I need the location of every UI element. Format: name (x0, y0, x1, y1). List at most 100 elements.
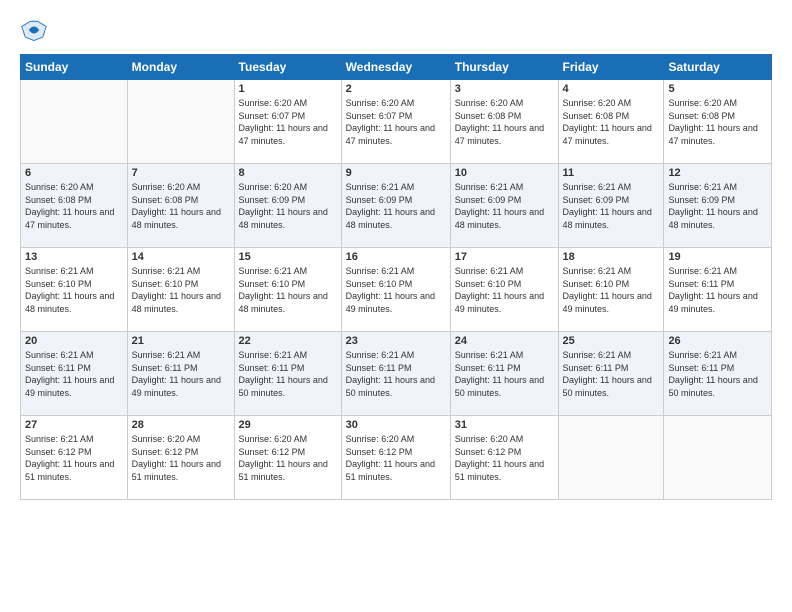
page: SundayMondayTuesdayWednesdayThursdayFrid… (0, 0, 792, 612)
calendar-cell: 5 Sunrise: 6:20 AM Sunset: 6:08 PM Daylig… (664, 80, 772, 164)
logo-icon (20, 16, 48, 44)
day-info: Sunrise: 6:20 AM Sunset: 6:08 PM Dayligh… (563, 97, 660, 147)
calendar-cell: 6 Sunrise: 6:20 AM Sunset: 6:08 PM Daylig… (21, 164, 128, 248)
day-number: 26 (668, 335, 767, 347)
calendar-cell: 22 Sunrise: 6:21 AM Sunset: 6:11 PM Dayli… (234, 332, 341, 416)
day-number: 18 (563, 251, 660, 263)
calendar-cell: 28Sunrise: 6:20 AM Sunset: 6:12 PM Dayli… (127, 416, 234, 500)
day-number: 8 (239, 167, 337, 179)
day-info: Sunrise: 6:21 AM Sunset: 6:10 PM Dayligh… (346, 265, 446, 315)
day-info: Sunrise: 6:20 AM Sunset: 6:07 PM Dayligh… (346, 97, 446, 147)
day-info: Sunrise: 6:20 AM Sunset: 6:07 PM Dayligh… (239, 97, 337, 147)
logo (20, 16, 52, 44)
day-number: 20 (25, 335, 123, 347)
day-info: Sunrise: 6:20 AM Sunset: 6:12 PM Dayligh… (239, 433, 337, 483)
day-info: Sunrise: 6:21 AM Sunset: 6:11 PM Dayligh… (668, 265, 767, 315)
day-number: 5 (668, 83, 767, 95)
calendar-cell: 26 Sunrise: 6:21 AM Sunset: 6:11 PM Dayli… (664, 332, 772, 416)
day-number: 30 (346, 419, 446, 431)
day-info: Sunrise: 6:20 AM Sunset: 6:12 PM Dayligh… (455, 433, 554, 483)
calendar-cell: 7Sunrise: 6:20 AM Sunset: 6:08 PM Daylig… (127, 164, 234, 248)
calendar-cell: 31 Sunrise: 6:20 AM Sunset: 6:12 PM Dayli… (450, 416, 558, 500)
weekday-header-thursday: Thursday (450, 55, 558, 80)
calendar-table: SundayMondayTuesdayWednesdayThursdayFrid… (20, 54, 772, 500)
day-number: 22 (239, 335, 337, 347)
weekday-header-sunday: Sunday (21, 55, 128, 80)
header (20, 16, 772, 44)
day-info: Sunrise: 6:21 AM Sunset: 6:09 PM Dayligh… (563, 181, 660, 231)
day-info: Sunrise: 6:21 AM Sunset: 6:11 PM Dayligh… (132, 349, 230, 399)
day-info: Sunrise: 6:21 AM Sunset: 6:11 PM Dayligh… (346, 349, 446, 399)
calendar-cell: 17 Sunrise: 6:21 AM Sunset: 6:10 PM Dayli… (450, 248, 558, 332)
day-number: 28 (132, 419, 230, 431)
day-info: Sunrise: 6:21 AM Sunset: 6:12 PM Dayligh… (25, 433, 123, 483)
calendar-cell: 2Sunrise: 6:20 AM Sunset: 6:07 PM Daylig… (341, 80, 450, 164)
day-number: 16 (346, 251, 446, 263)
weekday-header-monday: Monday (127, 55, 234, 80)
calendar-cell: 18 Sunrise: 6:21 AM Sunset: 6:10 PM Dayli… (558, 248, 664, 332)
day-info: Sunrise: 6:21 AM Sunset: 6:10 PM Dayligh… (25, 265, 123, 315)
calendar-cell: 8 Sunrise: 6:20 AM Sunset: 6:09 PM Daylig… (234, 164, 341, 248)
day-number: 25 (563, 335, 660, 347)
calendar-cell: 29 Sunrise: 6:20 AM Sunset: 6:12 PM Dayli… (234, 416, 341, 500)
day-number: 27 (25, 419, 123, 431)
day-info: Sunrise: 6:20 AM Sunset: 6:08 PM Dayligh… (132, 181, 230, 231)
calendar-cell: 13Sunrise: 6:21 AM Sunset: 6:10 PM Dayli… (21, 248, 128, 332)
day-number: 24 (455, 335, 554, 347)
weekday-header-wednesday: Wednesday (341, 55, 450, 80)
day-info: Sunrise: 6:21 AM Sunset: 6:11 PM Dayligh… (563, 349, 660, 399)
week-row-4: 20 Sunrise: 6:21 AM Sunset: 6:11 PM Dayli… (21, 332, 772, 416)
day-number: 11 (563, 167, 660, 179)
calendar-cell: 24Sunrise: 6:21 AM Sunset: 6:11 PM Dayli… (450, 332, 558, 416)
day-number: 4 (563, 83, 660, 95)
day-info: Sunrise: 6:20 AM Sunset: 6:08 PM Dayligh… (455, 97, 554, 147)
day-number: 9 (346, 167, 446, 179)
week-row-2: 6 Sunrise: 6:20 AM Sunset: 6:08 PM Daylig… (21, 164, 772, 248)
day-info: Sunrise: 6:21 AM Sunset: 6:10 PM Dayligh… (239, 265, 337, 315)
day-info: Sunrise: 6:21 AM Sunset: 6:09 PM Dayligh… (668, 181, 767, 231)
calendar-cell: 20 Sunrise: 6:21 AM Sunset: 6:11 PM Dayli… (21, 332, 128, 416)
day-info: Sunrise: 6:21 AM Sunset: 6:11 PM Dayligh… (668, 349, 767, 399)
calendar-cell: 21Sunrise: 6:21 AM Sunset: 6:11 PM Dayli… (127, 332, 234, 416)
calendar-cell: 25 Sunrise: 6:21 AM Sunset: 6:11 PM Dayli… (558, 332, 664, 416)
day-info: Sunrise: 6:20 AM Sunset: 6:08 PM Dayligh… (668, 97, 767, 147)
day-info: Sunrise: 6:21 AM Sunset: 6:09 PM Dayligh… (346, 181, 446, 231)
day-number: 14 (132, 251, 230, 263)
day-number: 15 (239, 251, 337, 263)
calendar-cell (21, 80, 128, 164)
day-number: 10 (455, 167, 554, 179)
day-info: Sunrise: 6:21 AM Sunset: 6:11 PM Dayligh… (25, 349, 123, 399)
calendar-cell: 19Sunrise: 6:21 AM Sunset: 6:11 PM Dayli… (664, 248, 772, 332)
day-number: 23 (346, 335, 446, 347)
calendar-cell: 16 Sunrise: 6:21 AM Sunset: 6:10 PM Dayli… (341, 248, 450, 332)
day-number: 17 (455, 251, 554, 263)
day-info: Sunrise: 6:21 AM Sunset: 6:10 PM Dayligh… (455, 265, 554, 315)
day-number: 1 (239, 83, 337, 95)
calendar-cell: 10Sunrise: 6:21 AM Sunset: 6:09 PM Dayli… (450, 164, 558, 248)
day-info: Sunrise: 6:21 AM Sunset: 6:11 PM Dayligh… (239, 349, 337, 399)
calendar-cell: 11 Sunrise: 6:21 AM Sunset: 6:09 PM Dayli… (558, 164, 664, 248)
day-number: 6 (25, 167, 123, 179)
week-row-3: 13Sunrise: 6:21 AM Sunset: 6:10 PM Dayli… (21, 248, 772, 332)
calendar-cell: 1 Sunrise: 6:20 AM Sunset: 6:07 PM Daylig… (234, 80, 341, 164)
day-info: Sunrise: 6:20 AM Sunset: 6:09 PM Dayligh… (239, 181, 337, 231)
calendar-cell: 27 Sunrise: 6:21 AM Sunset: 6:12 PM Dayli… (21, 416, 128, 500)
day-info: Sunrise: 6:21 AM Sunset: 6:10 PM Dayligh… (132, 265, 230, 315)
calendar-cell (664, 416, 772, 500)
weekday-header-saturday: Saturday (664, 55, 772, 80)
calendar-cell: 15 Sunrise: 6:21 AM Sunset: 6:10 PM Dayli… (234, 248, 341, 332)
calendar-cell: 4 Sunrise: 6:20 AM Sunset: 6:08 PM Daylig… (558, 80, 664, 164)
calendar-cell: 14 Sunrise: 6:21 AM Sunset: 6:10 PM Dayli… (127, 248, 234, 332)
calendar-cell: 12Sunrise: 6:21 AM Sunset: 6:09 PM Dayli… (664, 164, 772, 248)
day-info: Sunrise: 6:20 AM Sunset: 6:12 PM Dayligh… (346, 433, 446, 483)
calendar-cell (558, 416, 664, 500)
day-number: 31 (455, 419, 554, 431)
weekday-header-friday: Friday (558, 55, 664, 80)
calendar-cell: 9 Sunrise: 6:21 AM Sunset: 6:09 PM Daylig… (341, 164, 450, 248)
week-row-1: 1 Sunrise: 6:20 AM Sunset: 6:07 PM Daylig… (21, 80, 772, 164)
day-info: Sunrise: 6:20 AM Sunset: 6:08 PM Dayligh… (25, 181, 123, 231)
day-number: 29 (239, 419, 337, 431)
calendar-cell: 23 Sunrise: 6:21 AM Sunset: 6:11 PM Dayli… (341, 332, 450, 416)
day-info: Sunrise: 6:21 AM Sunset: 6:10 PM Dayligh… (563, 265, 660, 315)
calendar-cell (127, 80, 234, 164)
